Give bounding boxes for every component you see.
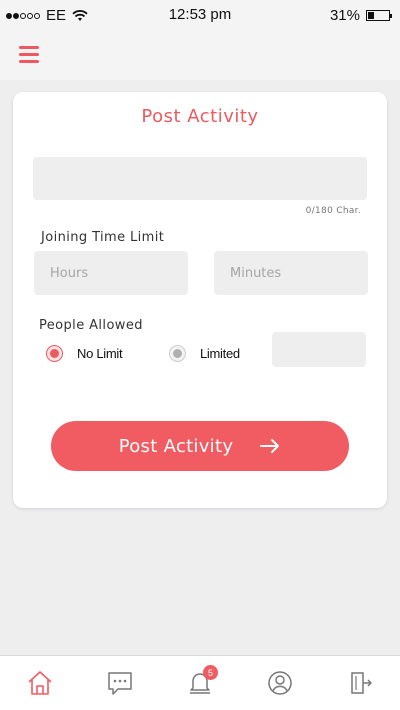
bottom-tab-bar	[0, 655, 400, 710]
tab-profile[interactable]	[265, 668, 295, 698]
no-limit-radio[interactable]	[46, 345, 63, 362]
minutes-input[interactable]	[214, 251, 368, 295]
app-header	[0, 32, 400, 80]
people-allowed-label: People Allowed	[39, 318, 143, 333]
tab-logout[interactable]	[345, 668, 375, 698]
notification-badge: 5	[203, 665, 218, 680]
battery-icon	[366, 10, 392, 21]
post-activity-button-label: Post Activity	[118, 435, 234, 457]
limited-label: Limited	[200, 346, 240, 361]
no-limit-radio-option[interactable]: No Limit	[46, 345, 123, 362]
status-right: 31%	[329, 7, 392, 24]
hamburger-menu-icon[interactable]	[19, 46, 39, 64]
people-limit-input[interactable]	[272, 332, 366, 367]
limited-radio[interactable]	[169, 345, 186, 362]
no-limit-label: No Limit	[77, 346, 123, 361]
home-icon	[28, 671, 52, 695]
char-counter: 0/180 Char.	[305, 206, 361, 216]
hours-input[interactable]	[34, 251, 188, 295]
chat-icon	[108, 672, 132, 695]
battery-level	[368, 12, 374, 19]
post-activity-card: Post Activity 0/180 Char. Joining Time L…	[13, 92, 387, 508]
joining-time-label: Joining Time Limit	[41, 230, 165, 245]
logout-icon	[351, 672, 372, 694]
limited-radio-option[interactable]: Limited	[169, 345, 240, 362]
card-title: Post Activity	[141, 106, 259, 127]
activity-text-input[interactable]	[33, 157, 367, 200]
battery-percent: 31%	[329, 7, 360, 24]
post-activity-button[interactable]: Post Activity	[51, 421, 349, 471]
profile-icon	[268, 671, 292, 695]
status-bar: EE 12:53 pm 31%	[0, 0, 400, 32]
tab-home[interactable]	[25, 668, 55, 698]
tab-messages[interactable]	[105, 668, 135, 698]
arrow-right-icon	[260, 439, 280, 453]
